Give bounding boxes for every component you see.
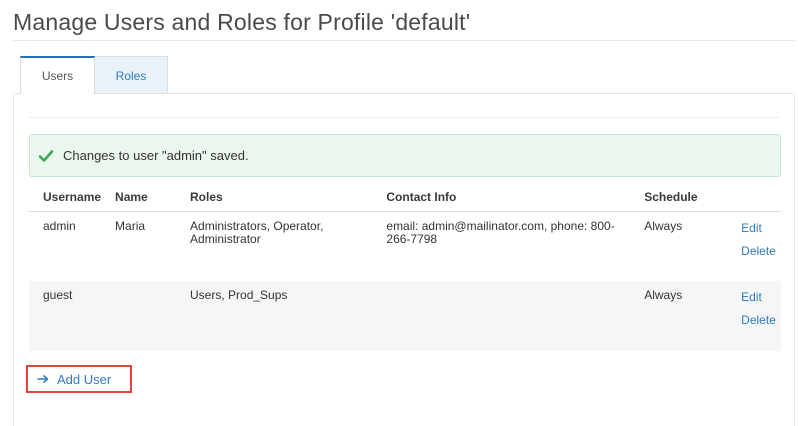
edit-user-link[interactable]: Edit [741, 291, 781, 304]
page-title: Manage Users and Roles for Profile 'defa… [13, 9, 471, 35]
table-row: admin Maria Administrators, Operator, Ad… [29, 211, 781, 281]
cell-username: admin [29, 211, 102, 281]
add-user-label: Add User [57, 371, 112, 387]
table-row: guest Users, Prod_Sups Always Edit Delet… [29, 281, 781, 351]
header-actions [727, 184, 781, 212]
table-header-row: Username Name Roles Contact Info Schedul… [29, 184, 781, 212]
header-roles: Roles [176, 184, 373, 212]
header-username: Username [29, 184, 102, 212]
success-alert: Changes to user "admin" saved. [29, 134, 781, 177]
check-icon [38, 149, 54, 162]
title-divider [13, 40, 795, 41]
alert-message: Changes to user "admin" saved. [63, 148, 249, 163]
header-schedule: Schedule [630, 184, 728, 212]
cell-roles: Administrators, Operator, Administrator [176, 211, 373, 281]
tab-users[interactable]: Users [20, 56, 95, 94]
add-user-button[interactable]: Add User [26, 365, 132, 393]
cell-name [101, 281, 177, 351]
panel-divider [28, 117, 780, 118]
header-contact-info: Contact Info [372, 184, 631, 212]
cell-roles: Users, Prod_Sups [176, 281, 373, 351]
cell-contact-info [372, 281, 631, 351]
delete-user-link[interactable]: Delete [741, 244, 781, 258]
users-table: Username Name Roles Contact Info Schedul… [29, 184, 781, 351]
cell-contact-info: email: admin@mailinator.com, phone: 800-… [372, 211, 631, 281]
cell-name: Maria [101, 211, 177, 281]
cell-actions: Edit Delete [727, 281, 781, 351]
edit-user-link[interactable]: Edit [741, 221, 781, 235]
delete-user-link[interactable]: Delete [741, 314, 781, 327]
header-name: Name [101, 184, 177, 212]
arrow-right-icon [37, 374, 49, 384]
cell-actions: Edit Delete [727, 211, 781, 281]
cell-schedule: Always [630, 281, 728, 351]
tab-bar: Users Roles [20, 56, 168, 94]
tab-roles[interactable]: Roles [95, 56, 168, 94]
cell-schedule: Always [630, 211, 728, 281]
cell-username: guest [29, 281, 102, 351]
